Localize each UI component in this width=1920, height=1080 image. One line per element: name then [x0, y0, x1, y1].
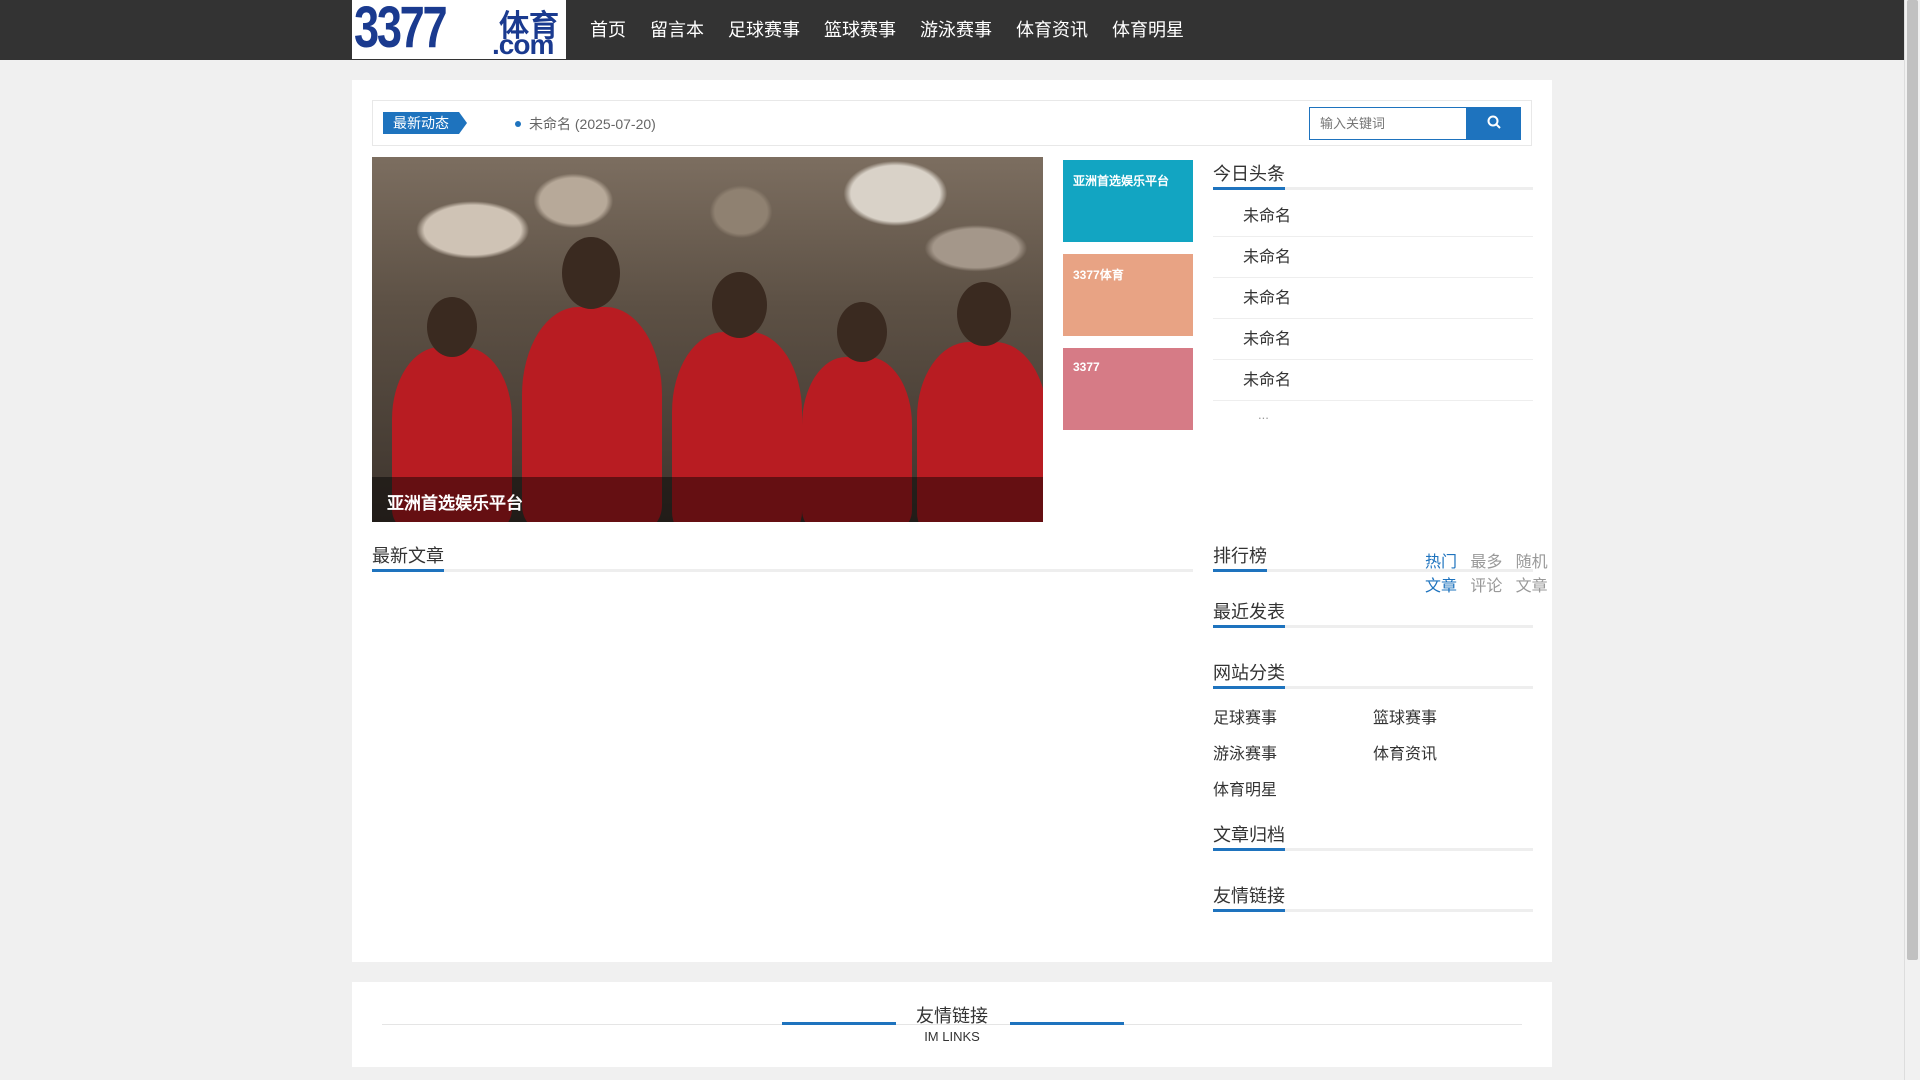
- search-box: [1309, 107, 1521, 140]
- headline-item[interactable]: 未命名: [1213, 278, 1533, 319]
- nav-item-stars[interactable]: 体育明星: [1100, 0, 1196, 60]
- footer-links: 友情链接 IM LINKS: [352, 982, 1552, 1067]
- archive-header: 文章归档: [1213, 821, 1533, 851]
- logo-com: .com: [492, 29, 554, 59]
- footer-links-title: 友情链接: [916, 1006, 988, 1026]
- headline-item[interactable]: 未命名: [1213, 360, 1533, 401]
- headline-item[interactable]: 未命名: [1213, 237, 1533, 278]
- search-input[interactable]: [1309, 107, 1467, 140]
- hero-slide[interactable]: 亚洲首选娱乐平台: [372, 157, 1043, 522]
- promo-tiles: 亚洲首选娱乐平台 3377体育 3377: [1063, 160, 1193, 442]
- latest-articles-header: 最新文章: [372, 542, 1193, 572]
- bullet-icon: [515, 121, 521, 127]
- headline-item[interactable]: 未命名: [1213, 196, 1533, 237]
- tab-most-comments[interactable]: 最多评论: [1470, 548, 1506, 596]
- latest-news-item[interactable]: 未命名 (2025-07-20): [529, 114, 656, 134]
- ranking-title: 排行榜: [1213, 542, 1267, 572]
- promo-tile[interactable]: 亚洲首选娱乐平台: [1063, 160, 1193, 242]
- headline-more[interactable]: ...: [1213, 407, 1533, 422]
- headline-item[interactable]: 未命名: [1213, 319, 1533, 360]
- latest-articles-title: 最新文章: [372, 542, 444, 572]
- ranking-tabs: 热门文章 最多评论 随机文章: [1425, 548, 1552, 596]
- hero-figure: [562, 237, 620, 309]
- categories-title: 网站分类: [1213, 659, 1285, 689]
- headlines-title: 今日头条: [1213, 160, 1285, 190]
- tab-hot-articles[interactable]: 热门文章: [1425, 548, 1461, 596]
- page-scrollbar[interactable]: [1904, 0, 1920, 1080]
- tab-random-articles[interactable]: 随机文章: [1516, 548, 1552, 596]
- promo-tile[interactable]: 3377体育: [1063, 254, 1193, 336]
- search-button[interactable]: [1467, 107, 1521, 140]
- side-links-title: 友情链接: [1213, 882, 1285, 912]
- hero-figure: [837, 302, 887, 362]
- today-headlines: 今日头条 未命名 未命名 未命名 未命名 未命名 ...: [1213, 160, 1533, 422]
- nav-item-home[interactable]: 首页: [578, 0, 638, 60]
- logo-number: 3377: [354, 0, 448, 59]
- nav-item-basketball[interactable]: 篮球赛事: [812, 0, 908, 60]
- latest-news-tag: 最新动态: [383, 112, 467, 134]
- category-link[interactable]: 体育资讯: [1373, 740, 1533, 764]
- hero-figure: [427, 297, 477, 357]
- category-link[interactable]: 篮球赛事: [1373, 704, 1533, 728]
- recent-posts-header: 最近发表: [1213, 598, 1533, 628]
- hero-figure: [957, 282, 1011, 346]
- nav-item-football[interactable]: 足球赛事: [716, 0, 812, 60]
- headline-list: 未命名 未命名 未命名 未命名 未命名 ...: [1213, 196, 1533, 422]
- category-link[interactable]: 足球赛事: [1213, 704, 1373, 728]
- top-navbar: 3377 体育 .com 首页 留言本 足球赛事 篮球赛事 游泳赛事 体育资讯 …: [0, 0, 1904, 60]
- nav-item-swimming[interactable]: 游泳赛事: [908, 0, 1004, 60]
- category-link[interactable]: 体育明星: [1213, 776, 1373, 800]
- promo-tile[interactable]: 3377: [1063, 348, 1193, 430]
- categories-header: 网站分类: [1213, 659, 1533, 689]
- main-nav: 首页 留言本 足球赛事 篮球赛事 游泳赛事 体育资讯 体育明星: [578, 0, 1196, 60]
- search-icon: [1487, 115, 1501, 129]
- nav-item-guestbook[interactable]: 留言本: [638, 0, 716, 60]
- category-list: 足球赛事 篮球赛事 游泳赛事 体育资讯 体育明星: [1213, 704, 1533, 800]
- footer-links-subtitle: IM LINKS: [924, 1029, 980, 1044]
- recent-posts-title: 最近发表: [1213, 598, 1285, 628]
- hero-caption: 亚洲首选娱乐平台: [372, 477, 1043, 522]
- archive-title: 文章归档: [1213, 821, 1285, 851]
- latest-news-bar: 最新动态 未命名 (2025-07-20): [372, 100, 1532, 146]
- site-logo[interactable]: 3377 体育 .com: [352, 0, 566, 59]
- latest-news-date: (2025-07-20): [574, 116, 656, 132]
- main-content: 最新动态 未命名 (2025-07-20) 亚洲首选娱乐平台: [352, 80, 1552, 962]
- latest-news-title: 未命名: [529, 116, 571, 132]
- hero-figure: [712, 272, 767, 338]
- nav-item-news[interactable]: 体育资讯: [1004, 0, 1100, 60]
- side-links-header: 友情链接: [1213, 882, 1533, 912]
- scrollbar-thumb[interactable]: [1907, 0, 1918, 960]
- category-link[interactable]: 游泳赛事: [1213, 740, 1373, 764]
- section-title: 今日头条: [1213, 160, 1533, 190]
